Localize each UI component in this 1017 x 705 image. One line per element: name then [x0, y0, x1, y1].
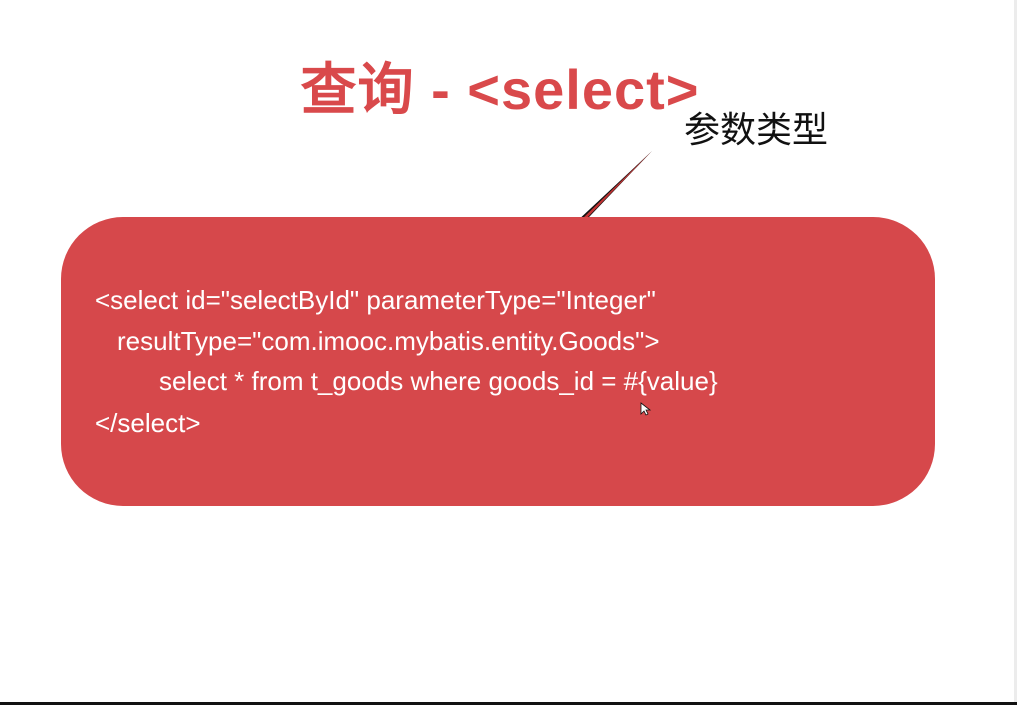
code-line: </select>	[95, 408, 201, 438]
code-box: <select id="selectById" parameterType="I…	[61, 217, 935, 506]
code-line: select * from t_goods where goods_id = #…	[159, 366, 718, 396]
code-line: <select id="selectById" parameterType="I…	[95, 285, 656, 315]
code-line: resultType="com.imooc.mybatis.entity.Goo…	[117, 326, 660, 356]
slide-title: 查询 - <select>	[300, 58, 700, 121]
callout-label: 参数类型	[684, 109, 829, 150]
